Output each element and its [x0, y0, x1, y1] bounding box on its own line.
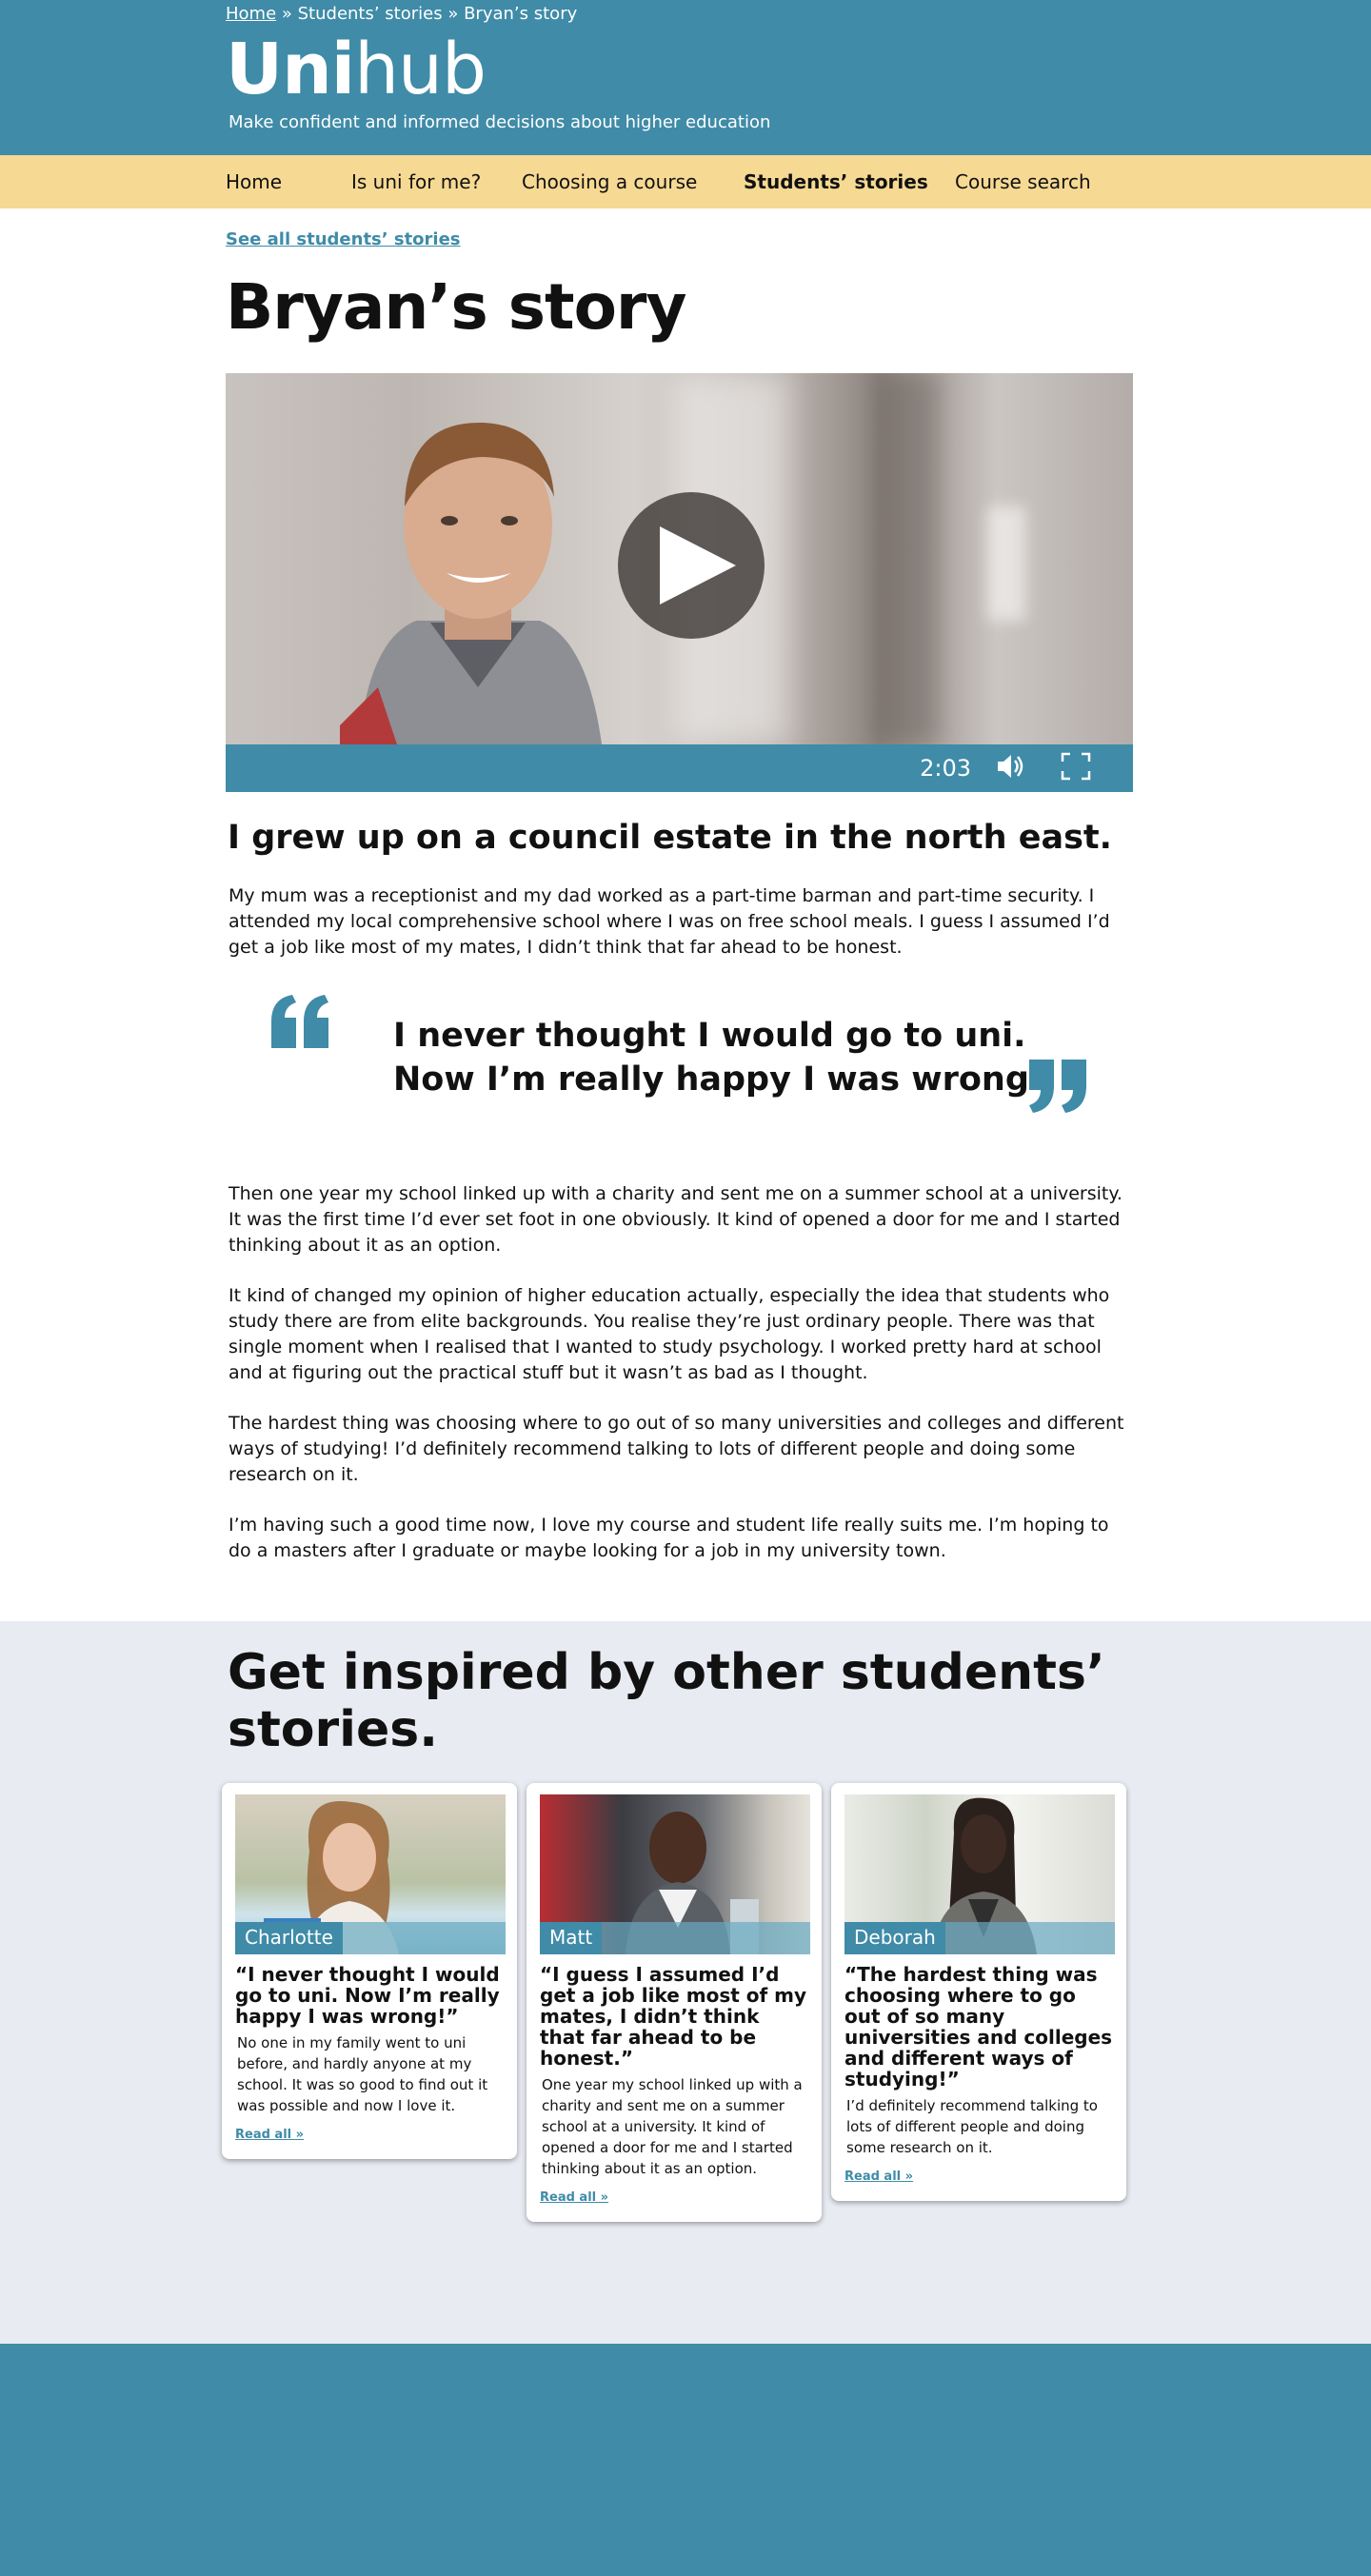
site-footer	[0, 2344, 1371, 2576]
pull-quote-text: I never thought I would go to uni. Now I…	[393, 1014, 1044, 1101]
main-nav: Home Is uni for me? Choosing a course St…	[0, 155, 1371, 208]
breadcrumb-stories: Students’ stories	[297, 4, 443, 24]
story-lead-heading: I grew up on a council estate in the nor…	[228, 819, 1112, 857]
card-quote: “The hardest thing was choosing where to…	[844, 1963, 1113, 2091]
site-header: Home » Students’ stories » Bryan’s story…	[0, 0, 1371, 155]
card-photo: Deborah	[844, 1794, 1115, 1954]
read-all-link[interactable]: Read all »	[844, 2170, 913, 2184]
see-all-stories-link[interactable]: See all students’ stories	[226, 229, 461, 249]
card-name-bar: Charlotte	[235, 1922, 506, 1954]
read-all-link[interactable]: Read all »	[540, 2190, 608, 2205]
logo-light: hub	[354, 29, 487, 110]
card-name: Matt	[540, 1922, 603, 1954]
story-paragraph: I’m having such a good time now, I love …	[228, 1515, 1109, 1561]
story-card-matt[interactable]: Matt “I guess I assumed I’d get a job li…	[527, 1783, 822, 2222]
fullscreen-icon[interactable]	[1061, 752, 1091, 784]
card-quote: “I guess I assumed I’d get a job like mo…	[540, 1963, 807, 2070]
breadcrumb: Home » Students’ stories » Bryan’s story	[226, 0, 1133, 32]
breadcrumb-separator: »	[276, 4, 298, 24]
close-quote-icon	[1029, 1060, 1086, 1113]
read-all-link[interactable]: Read all »	[235, 2128, 304, 2142]
other-stories-section: Get inspired by other students’ stories.…	[0, 1621, 1371, 2344]
pull-quote-line: I never thought I would go to uni.	[393, 1017, 1026, 1055]
card-photo: Matt	[540, 1794, 810, 1954]
pull-quote-line: Now I’m really happy I was wrong!	[393, 1060, 1044, 1099]
story-card-deborah[interactable]: Deborah “The hardest thing was choosing …	[831, 1783, 1126, 2201]
nav-item-course-search[interactable]: Course search	[955, 170, 1091, 193]
nav-item-students-stories[interactable]: Students’ stories	[744, 170, 955, 193]
breadcrumb-home-link[interactable]: Home	[226, 4, 276, 24]
site-tagline: Make confident and informed decisions ab…	[228, 112, 771, 132]
card-body: I’d definitely recommend talking to lots…	[846, 2097, 1098, 2156]
story-paragraph: My mum was a receptionist and my dad wor…	[228, 885, 1110, 958]
video-controls: 2:03	[226, 744, 1133, 792]
page-title: Bryan’s story	[226, 270, 686, 344]
nav-item-is-uni-for-me[interactable]: Is uni for me?	[351, 170, 522, 193]
nav-item-home[interactable]: Home	[226, 170, 351, 193]
video-player[interactable]: 2:03	[226, 373, 1133, 792]
pull-quote: I never thought I would go to uni. Now I…	[226, 983, 1133, 1174]
video-duration: 2:03	[920, 755, 971, 782]
play-icon	[660, 526, 736, 604]
breadcrumb-current: Bryan’s story	[464, 4, 578, 24]
other-stories-heading: Get inspired by other students’ stories.	[228, 1644, 1105, 1758]
open-quote-icon	[271, 995, 328, 1048]
main-content: See all students’ stories Bryan’s story	[226, 208, 1133, 1564]
card-name-bar: Deborah	[844, 1922, 1115, 1954]
card-body: One year my school linked up with a char…	[542, 2076, 803, 2177]
card-photo: Charlotte	[235, 1794, 506, 1954]
student-portrait	[340, 422, 602, 744]
story-card-charlotte[interactable]: Charlotte “I never thought I would go to…	[222, 1783, 517, 2159]
logo-bold: Uni	[226, 29, 355, 110]
card-quote: “I never thought I would go to uni. Now …	[235, 1963, 500, 2028]
story-paragraph: The hardest thing was choosing where to …	[228, 1413, 1124, 1485]
nav-item-choosing-a-course[interactable]: Choosing a course	[522, 170, 744, 193]
breadcrumb-separator: »	[442, 4, 465, 24]
card-body: No one in my family went to uni before, …	[237, 2034, 488, 2114]
volume-icon[interactable]	[996, 753, 1024, 783]
card-name: Deborah	[844, 1922, 945, 1954]
site-logo[interactable]: Unihub	[226, 32, 1133, 109]
story-paragraph: It kind of changed my opinion of higher …	[228, 1285, 1110, 1383]
video-thumbnail[interactable]	[226, 373, 1133, 744]
card-name: Charlotte	[235, 1922, 343, 1954]
play-button[interactable]	[618, 492, 765, 639]
card-name-bar: Matt	[540, 1922, 810, 1954]
story-paragraph: Then one year my school linked up with a…	[228, 1183, 1123, 1256]
story-cards: Charlotte “I never thought I would go to…	[222, 1783, 1133, 2278]
